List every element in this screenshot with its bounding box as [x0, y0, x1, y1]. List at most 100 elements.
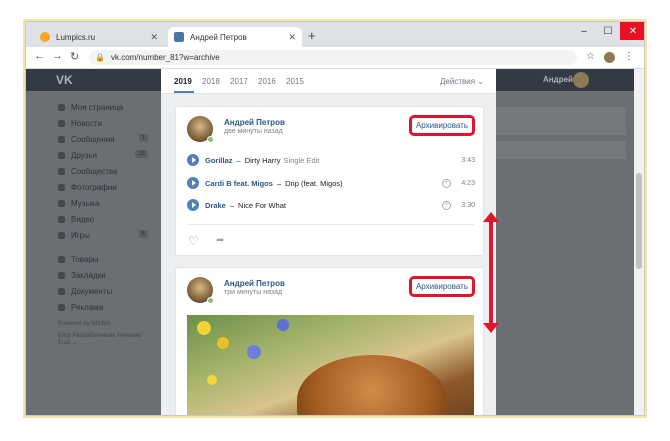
video-icon [58, 215, 65, 223]
vk-user-name[interactable]: Андрей [543, 75, 573, 84]
menu-dots-icon[interactable]: ⋮ [624, 51, 634, 62]
page-scrollbar[interactable] [634, 69, 644, 415]
count-badge: 6 [138, 230, 148, 238]
year-tabs: 2019 2018 2017 2016 2015 Действия ⌄ [161, 69, 496, 94]
profile-avatar-icon[interactable] [604, 52, 615, 63]
post-photo[interactable] [187, 315, 474, 415]
document-icon [58, 287, 65, 295]
sidebar-item[interactable]: Закладки [58, 267, 148, 283]
year-tab-2018[interactable]: 2018 [202, 77, 220, 86]
browser-window: Lumpics.ru ✕ Андрей Петров ✕ + – ☐ ✕ ← →… [25, 21, 645, 416]
post-time[interactable]: две минуты назад [224, 128, 283, 135]
tab-lumpics[interactable]: Lumpics.ru ✕ [34, 27, 164, 47]
tab-vk[interactable]: Андрей Петров ✕ [168, 27, 302, 47]
archive-modal: 2019 2018 2017 2016 2015 Действия ⌄ Андр… [161, 69, 496, 415]
camera-icon [58, 183, 65, 191]
footer-links[interactable]: Блог Разработчикам Реклама Ещё ⌄ [58, 333, 148, 346]
right-panel [496, 107, 626, 135]
audio-track[interactable]: Drake – Nice For What + 3:30 [187, 198, 475, 212]
track-subtitle: Single Edit [283, 155, 320, 165]
new-tab-button[interactable]: + [308, 28, 316, 43]
ads-icon [58, 303, 65, 311]
archive-button[interactable]: Архивировать [409, 276, 475, 297]
close-window-button[interactable]: ✕ [620, 22, 644, 40]
play-icon[interactable] [187, 199, 199, 211]
sidebar-item[interactable]: Сообщества [58, 163, 148, 179]
close-tab-icon[interactable]: ✕ [288, 32, 296, 43]
audio-track[interactable]: Cardi B feat. Migos – Drip (feat. Migos)… [187, 176, 475, 190]
year-tab-2015[interactable]: 2015 [286, 77, 304, 86]
track-dash: – [276, 178, 282, 188]
add-track-icon[interactable]: + [442, 200, 451, 210]
share-arrow-icon[interactable]: ➦ [216, 235, 224, 246]
archive-button[interactable]: Архивировать [409, 115, 475, 136]
tab-strip: Lumpics.ru ✕ Андрей Петров ✕ + – ☐ ✕ [26, 22, 644, 47]
bookmark-star-icon[interactable]: ☆ [586, 51, 595, 62]
track-duration: 3:30 [461, 201, 475, 209]
year-tab-2017[interactable]: 2017 [230, 77, 248, 86]
double-arrow-shaft [489, 219, 493, 327]
minimize-button[interactable]: – [572, 22, 596, 40]
friends-icon [58, 151, 65, 159]
actions-dropdown[interactable]: Действия ⌄ [440, 77, 484, 86]
sidebar-item-label: Фотографии [71, 182, 117, 192]
news-icon [58, 119, 65, 127]
sidebar-item[interactable]: Документы [58, 283, 148, 299]
sidebar-item-label: Моя страница [71, 102, 124, 112]
add-track-icon[interactable]: + [442, 178, 451, 188]
home-icon [58, 103, 65, 111]
track-dash: – [229, 200, 235, 210]
track-artist[interactable]: Drake [205, 201, 226, 210]
sidebar-item-label: Сообщения [71, 134, 115, 144]
lumpics-favicon-icon [40, 32, 50, 42]
audio-track[interactable]: Gorillaz – Dirty Harry Single Edit 3:43 [187, 153, 475, 167]
heart-icon[interactable]: ♡ [188, 234, 199, 248]
address-bar[interactable]: 🔒 vk.com/number_81?w=archive [89, 50, 577, 65]
track-artist[interactable]: Cardi B feat. Migos [205, 179, 273, 188]
sidebar-item[interactable]: Сообщения 1 [58, 131, 148, 147]
post-author[interactable]: Андрей Петров [224, 279, 285, 288]
sidebar-item[interactable]: Музыка [58, 195, 148, 211]
active-year-underline [174, 91, 194, 93]
track-duration: 3:43 [461, 156, 475, 164]
play-icon[interactable] [187, 154, 199, 166]
online-indicator-icon [207, 297, 214, 304]
forward-arrow-icon[interactable]: → [52, 50, 63, 62]
maximize-button[interactable]: ☐ [596, 22, 620, 40]
reload-icon[interactable]: ↻ [70, 50, 79, 63]
sidebar-item[interactable]: Моя страница [58, 99, 148, 115]
sidebar-item-label: Товары [71, 254, 99, 264]
track-title: Dirty Harry [244, 155, 281, 165]
play-icon[interactable] [187, 177, 199, 189]
sidebar-item-label: Новости [71, 118, 102, 128]
sidebar-item[interactable]: Реклама [58, 299, 148, 315]
sidebar-item[interactable]: Игры 6 [58, 227, 148, 243]
sidebar-item[interactable]: Видео [58, 211, 148, 227]
sidebar-item-label: Сообщества [71, 166, 118, 176]
goods-icon [58, 255, 65, 263]
sidebar-item[interactable]: Новости [58, 115, 148, 131]
back-arrow-icon[interactable]: ← [34, 50, 45, 62]
flower-shape [247, 345, 261, 359]
sidebar-item[interactable]: Товары [58, 251, 148, 267]
year-tab-2019[interactable]: 2019 [174, 77, 192, 86]
year-tab-2016[interactable]: 2016 [258, 77, 276, 86]
sidebar-item[interactable]: Фотографии [58, 179, 148, 195]
close-tab-icon[interactable]: ✕ [150, 32, 158, 43]
count-badge: 18 [135, 150, 148, 158]
scrollbar-thumb[interactable] [636, 173, 642, 269]
post-time[interactable]: три минуты назад [224, 289, 282, 296]
arrow-head-down-icon [483, 323, 499, 333]
vk-user-avatar[interactable] [573, 72, 589, 88]
sidebar-item-label: Документы [71, 286, 113, 296]
track-title: Nice For What [238, 200, 286, 210]
sidebar-item-label: Закладки [71, 270, 106, 280]
post-author[interactable]: Андрей Петров [224, 118, 285, 127]
online-indicator-icon [207, 136, 214, 143]
sidebar-item[interactable]: Друзья 18 [58, 147, 148, 163]
vk-logo[interactable]: VK [56, 73, 73, 87]
post-card: Андрей Петров три минуты назад Архивиров… [175, 267, 484, 415]
groups-icon [58, 167, 65, 175]
track-artist[interactable]: Gorillaz [205, 156, 233, 165]
